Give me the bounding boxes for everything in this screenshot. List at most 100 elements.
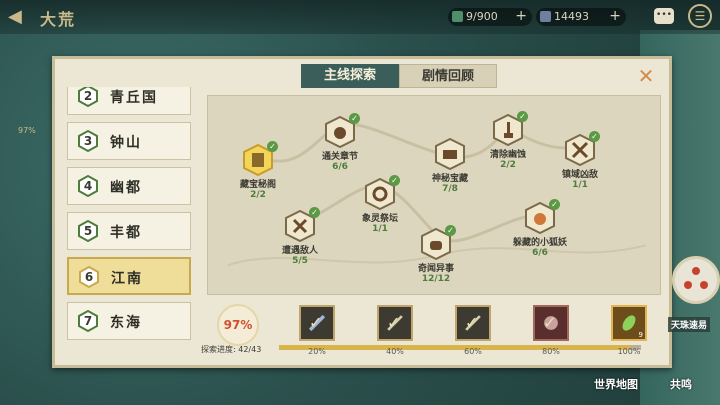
node-label: 藏宝秘阁 [239, 180, 276, 190]
fox-icon: ✓ [524, 199, 560, 235]
node-count: 6/6 [532, 248, 548, 258]
node-enemies[interactable]: ✓ 遭遇敌人 5/5 [268, 207, 332, 266]
node-chapters[interactable]: ✓ 通关章节 6/6 [308, 113, 372, 172]
tianzhu-button[interactable] [672, 256, 720, 304]
tianzhu-label: 天珠速易 [668, 317, 711, 332]
tab-story-review[interactable]: 剧情回顾 [399, 64, 497, 88]
reward-80[interactable]: ✓ [533, 305, 569, 341]
region-item[interactable]: 4 幽都 [67, 167, 191, 205]
region-item[interactable]: 3 钟山 [67, 122, 191, 160]
jade-value: 9/900 [466, 10, 498, 23]
check-icon: ✓ [389, 175, 400, 186]
node-count: 1/1 [572, 180, 588, 190]
orb-icon [700, 281, 708, 289]
check-icon: ✓ [309, 207, 320, 218]
reward-percent: 100% [617, 347, 641, 356]
region-number: 7 [77, 310, 99, 332]
reward-percent: 80% [542, 347, 560, 356]
scroll-icon: ✓ [242, 141, 278, 177]
coin-counter: 14493 + [536, 8, 626, 26]
node-label: 遭遇敌人 [281, 246, 318, 256]
treasure-chest-icon [434, 137, 466, 171]
node-label: 镇域凶敌 [561, 170, 598, 180]
node-count: 5/5 [292, 256, 308, 266]
region-name: 江南 [111, 271, 143, 287]
region-title: 大荒 [40, 10, 77, 29]
region-item[interactable]: 5 丰都 [67, 212, 191, 250]
reward-count: 9 [638, 331, 643, 339]
check-icon: ✓ [549, 199, 560, 210]
node-count: 1/1 [372, 224, 388, 234]
check-icon: ✓ [267, 141, 278, 152]
node-region-boss[interactable]: ✓ 镇域凶敌 1/1 [548, 131, 612, 190]
check-icon: ✓ [517, 111, 528, 122]
world-map-button[interactable]: 世界地图 [594, 376, 638, 392]
menu-icon[interactable]: ☰ [688, 4, 712, 28]
region-number: 4 [77, 175, 99, 197]
node-label: 躲藏的小狐妖 [512, 238, 567, 248]
check-icon: ✓ [445, 225, 456, 236]
region-item[interactable]: 2 青丘国 [67, 87, 191, 115]
region-list[interactable]: 2 青丘国 3 钟山 4 幽都 5 丰都 6 江南 7 东海 [67, 87, 192, 351]
exploration-panel: 主线探索 剧情回顾 ✕ 2 青丘国 3 钟山 4 幽都 5 丰都 6 江南 7 … [52, 56, 672, 368]
tab-main-exploration[interactable]: 主线探索 [301, 64, 399, 88]
node-label: 奇闻异事 [417, 264, 454, 274]
crossed-swords-icon: ✓ [564, 131, 600, 167]
region-number: 6 [78, 266, 100, 288]
node-count: 7/8 [442, 184, 458, 194]
region-number: 5 [77, 220, 99, 242]
node-count: 12/12 [421, 274, 451, 284]
progress-percent: 97% [217, 304, 259, 346]
progress-label: 探索进度: 42/43 [201, 345, 262, 354]
coin-value: 14493 [554, 10, 589, 23]
node-hidden-fox[interactable]: ✓ 躲藏的小狐妖 6/6 [508, 199, 572, 258]
node-label: 通关章节 [321, 152, 358, 162]
reward-20[interactable]: ✓ [299, 305, 335, 341]
altar-icon: ✓ [364, 175, 400, 211]
exploration-map: ✓ 藏宝秘阁 2/2 ✓ 通关章节 6/6 神秘宝藏 7/8 ✓ 清除幽蚀 2/… [207, 95, 661, 295]
claimed-check-icon: ✓ [543, 313, 557, 332]
back-arrow-icon[interactable]: ◀ [8, 6, 22, 27]
node-label: 神秘宝藏 [431, 174, 468, 184]
orb-icon [684, 281, 692, 289]
reward-percent: 40% [386, 347, 404, 356]
check-icon: ✓ [349, 113, 360, 124]
region-name: 钟山 [110, 135, 142, 151]
region-number: 2 [77, 87, 99, 107]
node-count: 2/2 [250, 190, 266, 200]
resonance-button[interactable]: 共鸣 [670, 376, 692, 392]
region-number: 3 [77, 130, 99, 152]
reward-60[interactable]: ✓ [455, 305, 491, 341]
node-treasure-vault[interactable]: ✓ 藏宝秘阁 2/2 [226, 141, 290, 200]
node-strange-tales[interactable]: ✓ 奇闻异事 12/12 [404, 225, 468, 284]
claimed-check-icon: ✓ [387, 313, 401, 332]
jade-counter: 9/900 + [448, 8, 532, 26]
orb-icon [692, 267, 700, 275]
progress-area: 97% 探索进度: 42/43 ✓ 20% ✓ 40% ✓ 60% ✓ 80% … [201, 299, 661, 357]
node-mystery-treasure[interactable]: 神秘宝藏 7/8 [418, 137, 482, 194]
side-percent: 97% [18, 126, 36, 135]
reward-100[interactable]: 9 [611, 305, 647, 341]
add-coin-button[interactable]: + [609, 8, 621, 24]
node-label: 象灵祭坛 [361, 214, 398, 224]
node-count: 2/2 [500, 160, 516, 170]
region-name: 丰都 [110, 225, 142, 241]
claimed-check-icon: ✓ [309, 313, 323, 332]
chat-icon[interactable]: ••• [654, 8, 674, 24]
add-jade-button[interactable]: + [515, 8, 527, 24]
reward-40[interactable]: ✓ [377, 305, 413, 341]
region-item-active[interactable]: 6 江南 [67, 257, 191, 295]
pot-icon: ✓ [420, 225, 456, 261]
region-name: 幽都 [110, 180, 142, 196]
close-icon[interactable]: ✕ [635, 65, 657, 87]
region-item[interactable]: 7 东海 [67, 302, 191, 340]
reward-percent: 20% [308, 347, 326, 356]
top-bar: ◀ 大荒 9/900 + 14493 + ••• ☰ [0, 0, 720, 34]
node-altar[interactable]: ✓ 象灵祭坛 1/1 [348, 175, 412, 234]
claimed-check-icon: ✓ [465, 313, 479, 332]
tab-bar: 主线探索 剧情回顾 [301, 64, 501, 88]
swords-icon: ✓ [284, 207, 320, 243]
region-name: 东海 [110, 315, 142, 331]
node-clear-corruption[interactable]: ✓ 清除幽蚀 2/2 [476, 111, 540, 170]
reward-percent: 60% [464, 347, 482, 356]
